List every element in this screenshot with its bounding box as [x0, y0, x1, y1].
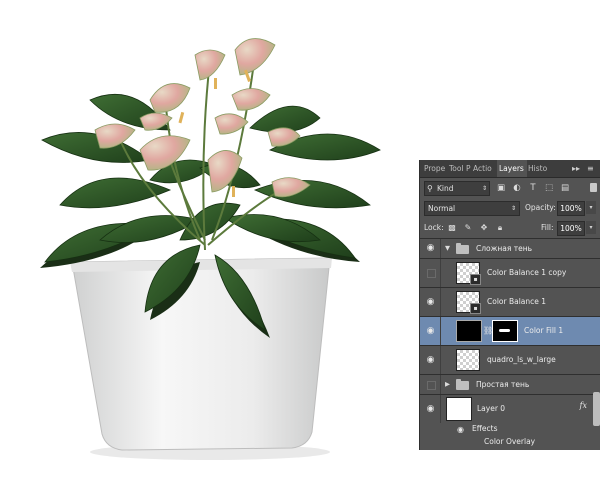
- layer-thumbnail: [446, 397, 472, 421]
- layer-row[interactable]: ▶ Простая тень: [420, 375, 600, 395]
- smart-object-icon: ▪: [470, 274, 481, 285]
- panel-tab-bar: Prope Tool P Actio Layers Histo ▸▸ ≡: [420, 160, 600, 178]
- effect-item-row[interactable]: Color Overlay: [420, 436, 600, 450]
- layers-panel: Prope Tool P Actio Layers Histo ▸▸ ≡ ⚲ K…: [419, 160, 600, 450]
- layer-row[interactable]: ▪ Color Balance 1 copy: [420, 259, 600, 288]
- blend-mode-value: Normal: [428, 204, 456, 213]
- visibility-toggle-off[interactable]: [427, 269, 436, 278]
- lock-label: Lock:: [424, 223, 444, 232]
- search-icon: ⚲: [427, 184, 433, 193]
- tab-history[interactable]: Histo: [526, 160, 554, 177]
- layer-name: Простая тень: [476, 380, 530, 389]
- layer-name: Color Balance 1 copy: [487, 268, 567, 277]
- pot: [71, 257, 331, 451]
- layer-name: Color Balance 1: [487, 297, 547, 306]
- layer-name: quadro_ls_w_large: [487, 355, 556, 364]
- lock-row: Lock: ▩ ✎ ✥ 🔒︎ Fill: 100% ▾: [420, 218, 600, 239]
- layer-thumbnail: ▪: [456, 291, 481, 314]
- filter-kind-label: Kind: [437, 184, 454, 193]
- filter-type-icon[interactable]: T: [528, 183, 538, 193]
- blend-mode-row: Normal ⇕ Opacity: 100% ▾: [420, 199, 600, 217]
- collapse-icon[interactable]: ▸▸: [572, 160, 580, 177]
- expand-arrow-icon[interactable]: ▼: [445, 243, 450, 253]
- opacity-dropdown-arrow[interactable]: ▾: [586, 201, 596, 214]
- filter-adjustment-icon[interactable]: ◐: [512, 183, 522, 193]
- link-chain-icon[interactable]: ⛓: [483, 325, 493, 337]
- lock-all-icon[interactable]: 🔒︎: [495, 222, 505, 233]
- effects-row[interactable]: ◉ Effects: [420, 423, 600, 436]
- filter-smart-object-icon[interactable]: ▤: [560, 183, 570, 193]
- layer-name: Layer 0: [477, 404, 506, 413]
- panel-menu-icon[interactable]: ≡: [587, 160, 594, 177]
- lock-position-icon[interactable]: ✥: [479, 222, 489, 233]
- smart-object-icon: ▪: [470, 303, 481, 314]
- layer-row[interactable]: ◉ quadro_ls_w_large: [420, 346, 600, 375]
- effect-name: Color Overlay: [484, 437, 536, 446]
- tab-layers[interactable]: Layers: [497, 160, 527, 177]
- layer-row[interactable]: ◉ Layer 0 fx ▴: [420, 395, 600, 423]
- plant-in-pot-image: [40, 38, 381, 460]
- effects-label: Effects: [472, 424, 498, 433]
- chevron-updown-icon: ⇕: [510, 205, 516, 212]
- chevron-updown-icon: ⇕: [481, 185, 487, 192]
- layer-thumbnail: ▪: [456, 262, 481, 285]
- fill-input[interactable]: 100%: [557, 221, 585, 236]
- layer-mask-thumbnail[interactable]: [492, 320, 518, 342]
- fill-thumbnail: [456, 320, 482, 342]
- layer-name: Сложная тень: [476, 244, 533, 253]
- eye-icon[interactable]: ◉: [424, 403, 437, 416]
- folder-icon: [456, 243, 469, 254]
- eye-icon[interactable]: ◉: [424, 354, 437, 367]
- folder-icon: [456, 379, 469, 390]
- visibility-toggle-off[interactable]: [427, 381, 436, 390]
- fill-dropdown-arrow[interactable]: ▾: [586, 221, 596, 234]
- layer-filter-row: ⚲ Kind ⇕ ▣ ◐ T ⬚ ▤: [420, 178, 600, 198]
- tab-actions[interactable]: Actio: [471, 160, 499, 177]
- filter-kind-select[interactable]: ⚲ Kind ⇕: [424, 181, 490, 196]
- eye-icon[interactable]: ◉: [424, 242, 437, 255]
- fill-label: Fill:: [541, 223, 554, 232]
- eye-icon[interactable]: ◉: [424, 325, 437, 338]
- eye-icon[interactable]: ◉: [424, 296, 437, 309]
- tab-tool-presets[interactable]: Tool P: [447, 160, 473, 177]
- tab-properties[interactable]: Prope: [422, 160, 449, 177]
- layer-row-selected[interactable]: ◉ ⛓ Color Fill 1: [420, 317, 600, 346]
- filter-pixel-icon[interactable]: ▣: [496, 183, 506, 193]
- scrollbar-thumb[interactable]: [593, 392, 600, 426]
- lock-transparent-pixels-icon[interactable]: ▩: [447, 222, 457, 233]
- fx-icon[interactable]: fx: [580, 401, 587, 410]
- layer-row[interactable]: ◉ ▼ Сложная тень: [420, 239, 600, 259]
- filter-toggle-switch[interactable]: [590, 183, 597, 192]
- opacity-label: Opacity:: [525, 203, 556, 212]
- collapse-arrow-icon[interactable]: ▶: [445, 379, 450, 389]
- eye-icon[interactable]: ◉: [454, 423, 467, 436]
- layer-row[interactable]: ◉ ▪ Color Balance 1: [420, 288, 600, 317]
- filter-shape-icon[interactable]: ⬚: [544, 183, 554, 193]
- layer-name: Color Fill 1: [524, 326, 564, 335]
- blend-mode-select[interactable]: Normal ⇕: [424, 201, 520, 216]
- layer-thumbnail: [456, 349, 480, 371]
- lock-image-pixels-icon[interactable]: ✎: [463, 222, 473, 233]
- opacity-input[interactable]: 100%: [557, 201, 585, 216]
